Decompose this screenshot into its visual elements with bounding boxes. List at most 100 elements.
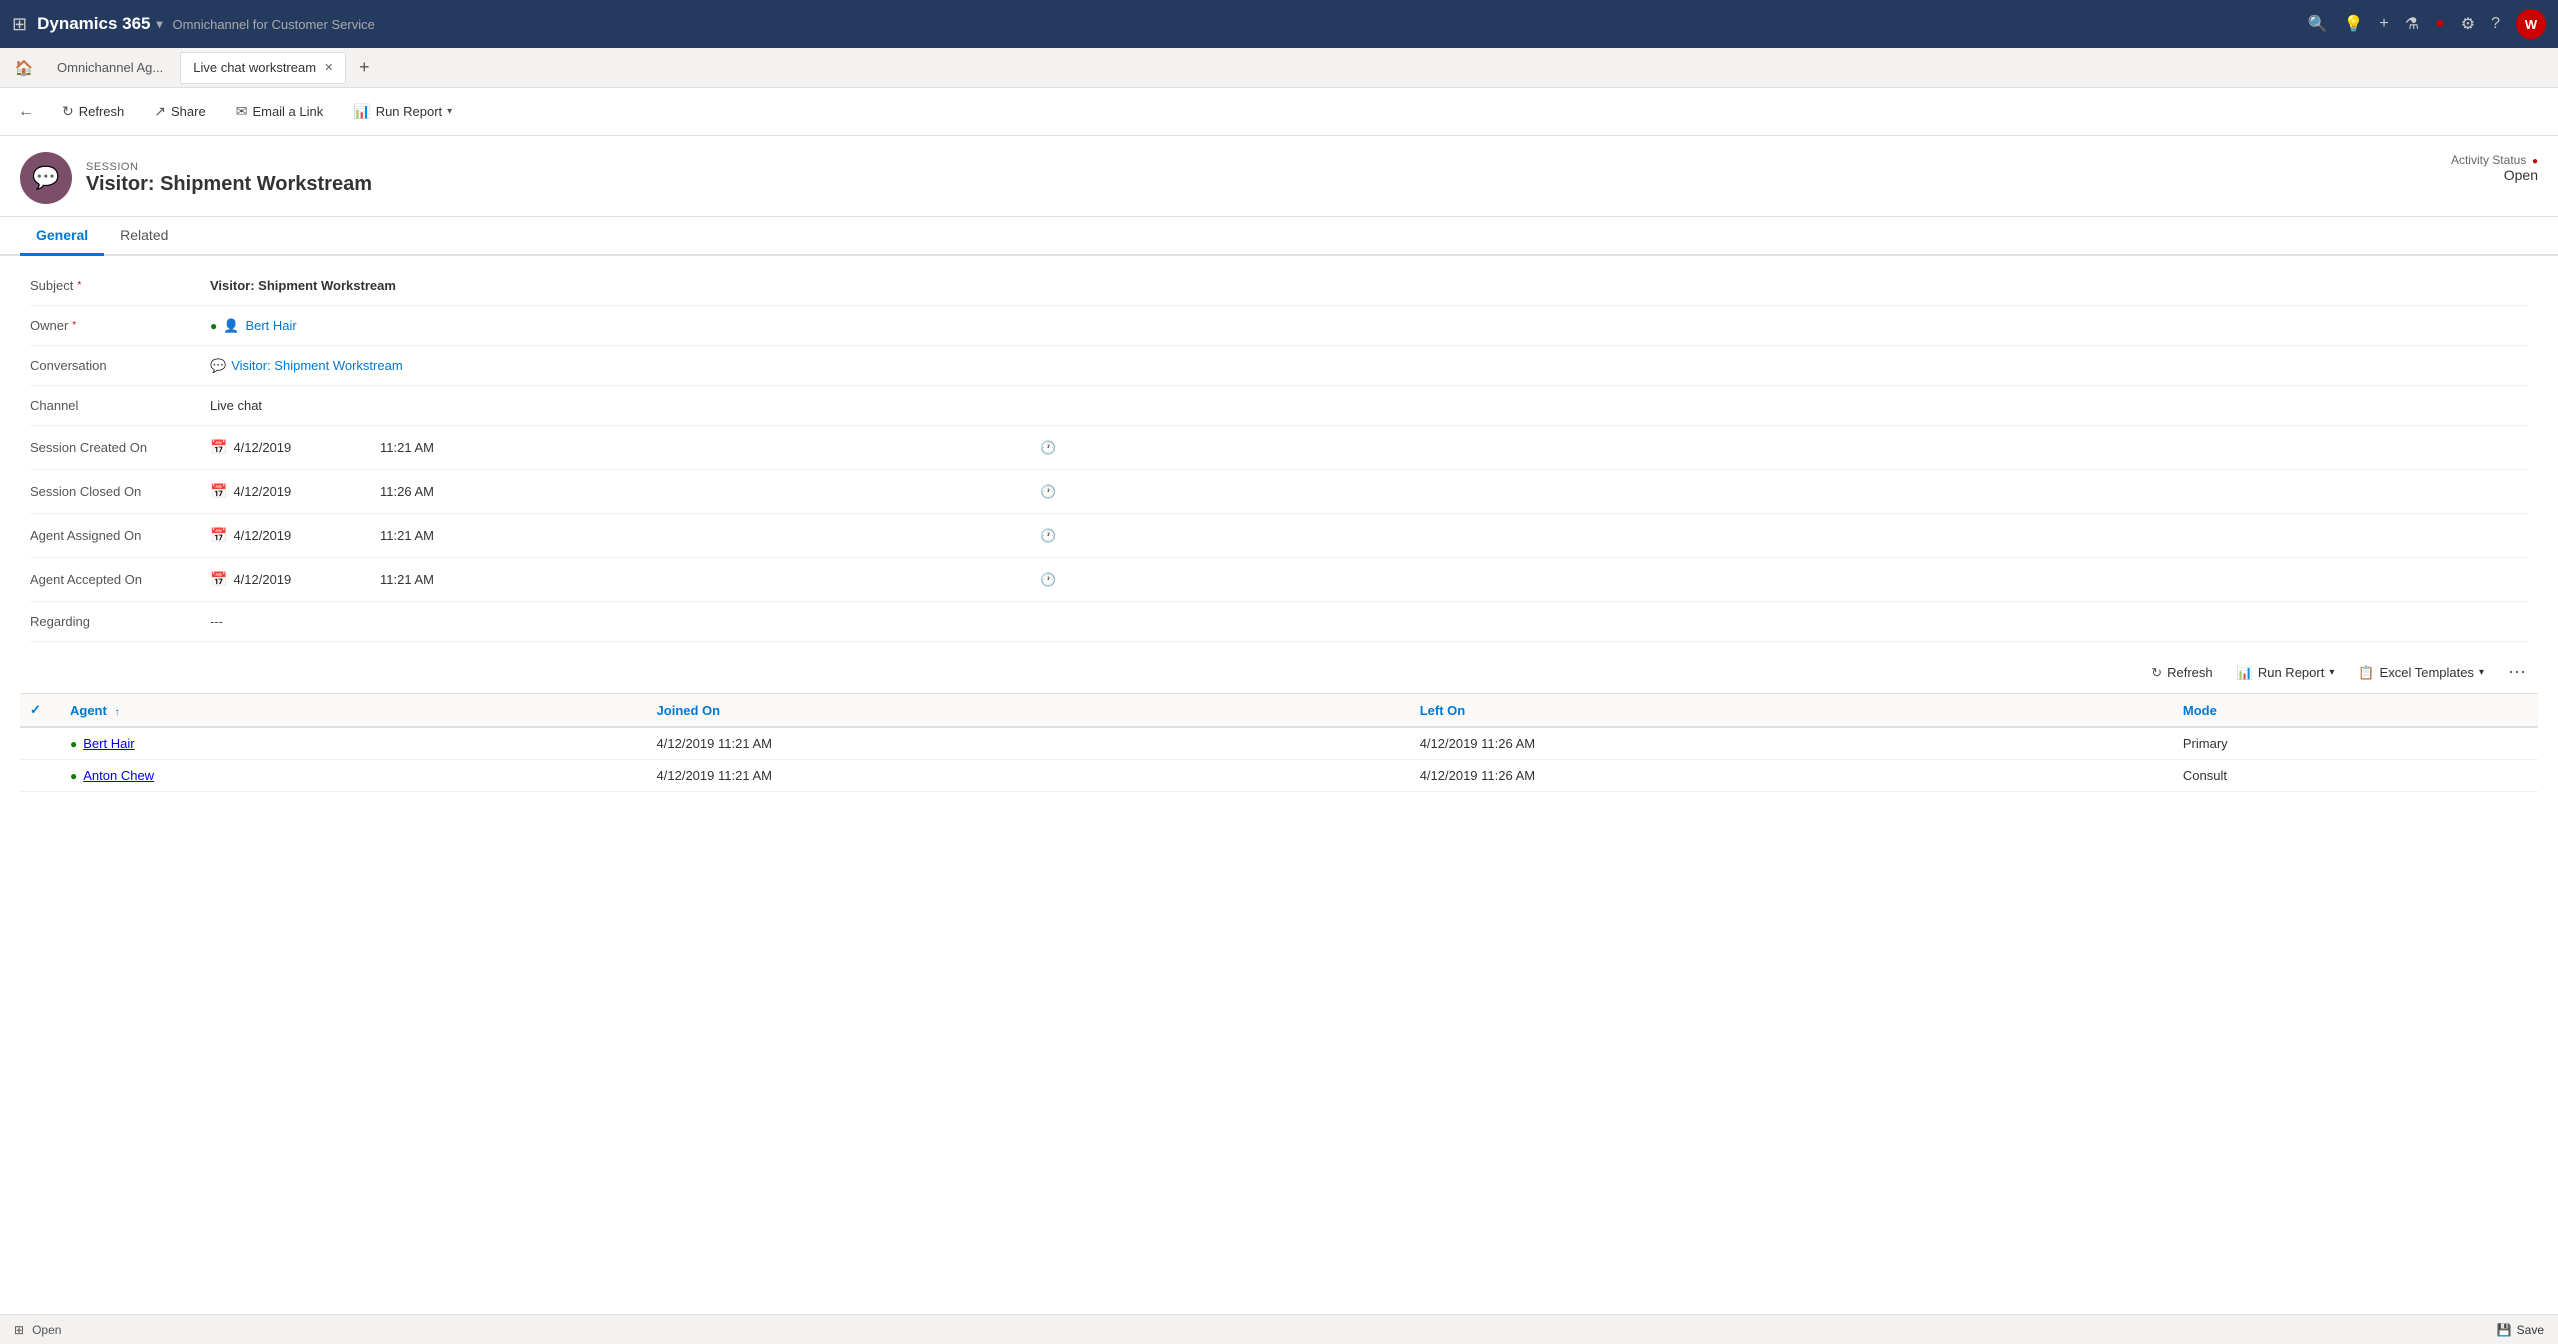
grid-run-report-label: Run Report [2258,665,2324,680]
regarding-label-text: Regarding [30,614,90,629]
activity-status-value: Open [2451,167,2538,183]
grid-row-bert-joined: 4/12/2019 11:21 AM [647,727,1410,760]
tab-general[interactable]: General [20,217,104,256]
channel-value: Live chat [210,398,2528,413]
tab-omnichannel-label: Omnichannel Ag... [57,60,163,75]
conversation-value: 💬 Visitor: Shipment Workstream [210,358,2528,374]
grid-check-header[interactable]: ✓ [20,694,60,727]
home-button[interactable]: 🏠 [8,52,40,84]
agent-accepted-value: 📅 4/12/2019 11:21 AM 🕐 [210,571,2528,588]
refresh-button[interactable]: ↻ Refresh [56,99,130,124]
filter-icon[interactable]: ⚗ [2405,14,2419,34]
channel-value-text: Live chat [210,398,262,413]
grid-excel-chevron: ▾ [2479,667,2484,678]
grid-icon[interactable]: ⊞ [12,14,27,35]
check-icon: ✓ [30,702,41,717]
agent-assigned-date-wrap[interactable]: 📅 4/12/2019 [210,527,370,544]
agent-assigned-time-wrap[interactable]: 11:21 AM 🕐 [380,528,1056,544]
grid-more-button[interactable]: ⋯ [2502,660,2532,685]
activity-status-dot: ● [2532,156,2538,167]
tab-omnichannel[interactable]: Omnichannel Ag... [44,52,176,84]
col-left-label: Left On [1420,703,1466,718]
grid-col-agent[interactable]: Agent ↑ [60,694,647,727]
session-closed-date-wrap[interactable]: 📅 4/12/2019 [210,483,370,500]
calendar-icon-2: 📅 [210,483,227,500]
conversation-icon: 💬 [210,358,226,374]
email-icon: ✉ [236,103,248,120]
grid-col-mode[interactable]: Mode [2173,694,2538,727]
share-label: Share [171,104,206,119]
grid-refresh-icon: ↻ [2151,665,2162,681]
status-bar: ⊞ Open 💾 Save [0,1314,2558,1344]
field-row-session-created: Session Created On 📅 4/12/2019 11:21 AM … [30,426,2528,470]
owner-value: ● 👤 Bert Hair [210,318,2528,334]
session-created-time-wrap[interactable]: 11:21 AM 🕐 [380,440,1056,456]
session-closed-time-wrap[interactable]: 11:26 AM 🕐 [380,484,1056,500]
session-created-time: 11:21 AM [380,440,434,455]
app-title-chevron[interactable]: ▾ [157,17,163,31]
avatar[interactable]: W [2516,9,2546,39]
agent-accepted-time-wrap[interactable]: 11:21 AM 🕐 [380,572,1056,588]
bert-hair-link[interactable]: Bert Hair [83,736,134,751]
regarding-label: Regarding [30,614,210,629]
grid-row-bert[interactable]: ● Bert Hair 4/12/2019 11:21 AM 4/12/2019… [20,727,2538,760]
conversation-link[interactable]: 💬 Visitor: Shipment Workstream [210,358,403,374]
grid-row-bert-mode: Primary [2173,727,2538,760]
search-icon[interactable]: 🔍 [2308,14,2328,34]
agents-grid: ✓ Agent ↑ Joined On Left On Mode [20,694,2538,792]
form-tabs: General Related [0,217,2558,256]
add-tab-button[interactable]: + [350,54,378,82]
grid-section: ↻ Refresh 📊 Run Report ▾ 📋 Excel Templat… [0,652,2558,812]
help-icon[interactable]: ? [2491,15,2500,33]
run-report-button[interactable]: 📊 Run Report ▾ [347,99,458,124]
grid-row-anton-check[interactable] [20,760,60,792]
agent-assigned-value: 📅 4/12/2019 11:21 AM 🕐 [210,527,2528,544]
save-icon: 💾 [2497,1323,2512,1337]
grid-col-left-on[interactable]: Left On [1410,694,2173,727]
conversation-value-text: Visitor: Shipment Workstream [231,358,402,373]
assist-icon[interactable]: 💡 [2343,14,2363,34]
owner-link[interactable]: Bert Hair [245,318,296,333]
session-created-date-wrap[interactable]: 📅 4/12/2019 [210,439,370,456]
refresh-icon: ↻ [62,103,74,120]
toolbar: ← ↻ Refresh ↗ Share ✉ Email a Link 📊 Run… [0,88,2558,136]
channel-label: Channel [30,398,210,413]
grid-refresh-label: Refresh [2167,665,2213,680]
bert-status-dot: ● [70,737,77,751]
grid-refresh-button[interactable]: ↻ Refresh [2145,661,2218,685]
agent-assigned-time: 11:21 AM [380,528,434,543]
tab-related[interactable]: Related [104,217,184,256]
status-icon: ● [2435,15,2445,33]
col-mode-label: Mode [2183,703,2217,718]
grid-row-bert-check[interactable] [20,727,60,760]
grid-run-report-button[interactable]: 📊 Run Report ▾ [2231,661,2341,685]
back-button[interactable]: ← [14,99,38,125]
subject-value: Visitor: Shipment Workstream [210,278,2528,293]
time-icon-4: 🕐 [1040,572,1056,588]
email-link-button[interactable]: ✉ Email a Link [230,99,330,124]
session-closed-date: 4/12/2019 [233,484,291,499]
grid-excel-button[interactable]: 📋 Excel Templates ▾ [2352,661,2490,685]
agent-assigned-date: 4/12/2019 [233,528,291,543]
close-tab-icon[interactable]: ✕ [324,61,333,74]
page-header-right: Activity Status ● Open [2451,152,2538,183]
grid-row-anton[interactable]: ● Anton Chew 4/12/2019 11:21 AM 4/12/201… [20,760,2538,792]
subject-required: * [77,280,81,291]
anton-chew-link[interactable]: Anton Chew [83,768,154,783]
share-button[interactable]: ↗ Share [148,99,211,124]
main-content: 💬 SESSION Visitor: Shipment Workstream A… [0,136,2558,1314]
agent-accepted-date: 4/12/2019 [233,572,291,587]
settings-icon[interactable]: ⚙ [2461,14,2475,34]
tab-live-chat-workstream[interactable]: Live chat workstream ✕ [180,52,346,84]
save-button[interactable]: 💾 Save [2497,1323,2544,1337]
grid-col-joined-on[interactable]: Joined On [647,694,1410,727]
channel-label-text: Channel [30,398,78,413]
agent-accepted-date-wrap[interactable]: 📅 4/12/2019 [210,571,370,588]
grid-header-row: ✓ Agent ↑ Joined On Left On Mode [20,694,2538,727]
owner-user-icon: 👤 [223,318,239,334]
plus-icon[interactable]: + [2379,15,2388,33]
app-subtitle: Omnichannel for Customer Service [173,17,375,32]
run-report-label: Run Report [376,104,442,119]
email-link-label: Email a Link [252,104,323,119]
calendar-icon-4: 📅 [210,571,227,588]
